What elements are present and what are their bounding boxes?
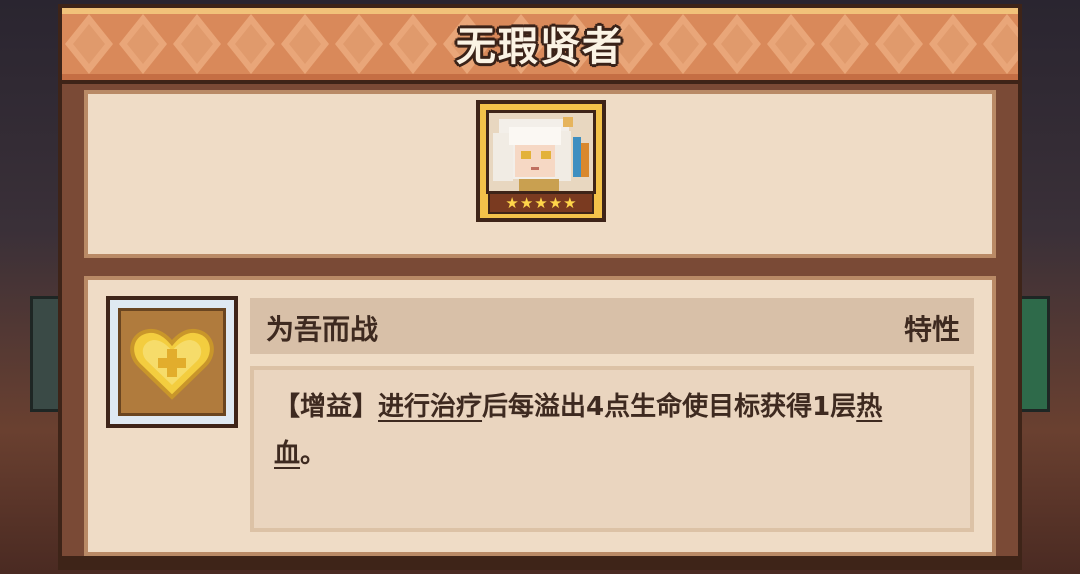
trait-description-box: 【增益】进行治疗后每溢出4点生命使目标获得1层热血。 (250, 366, 974, 532)
star-icon: ★ (548, 194, 563, 212)
trait-type-label: 特性 (903, 313, 960, 346)
trait-name: 为吾而战 (266, 313, 379, 346)
star-icon: ★ (563, 194, 577, 212)
star-rating: ★ ★ ★ ★ ★ (488, 192, 594, 214)
character-detail-panel: 无瑕贤者 ★ ★ ★ ★ ★ 为吾而战 特性 【增益】进行治疗后每溢出4点生命使… (58, 4, 1022, 570)
description-text: 后每溢出4点生命使目标获得1层 (482, 392, 857, 422)
dialog-title: 无瑕贤者 (456, 24, 624, 70)
heart-plus-icon (130, 328, 214, 400)
character-portrait[interactable]: ★ ★ ★ ★ ★ (476, 100, 606, 222)
panel-bottom-edge (62, 556, 1018, 566)
buff-tag: 【增益】 (274, 392, 379, 422)
trait-icon-background (118, 308, 226, 416)
trait-name-bar: 为吾而战 特性 (250, 298, 974, 354)
description-end: 。 (300, 439, 327, 469)
character-art-icon (489, 113, 593, 191)
trait-description: 【增益】进行治疗后每溢出4点生命使目标获得1层热血。 (274, 384, 934, 478)
star-icon: ★ (505, 194, 519, 212)
character-portrait-image (486, 110, 596, 194)
star-icon: ★ (534, 194, 548, 212)
trait-icon-frame[interactable] (106, 296, 238, 428)
star-icon: ★ (519, 194, 534, 212)
title-bar: 无瑕贤者 (62, 8, 1018, 84)
keyword-heal[interactable]: 进行治疗 (378, 392, 482, 422)
